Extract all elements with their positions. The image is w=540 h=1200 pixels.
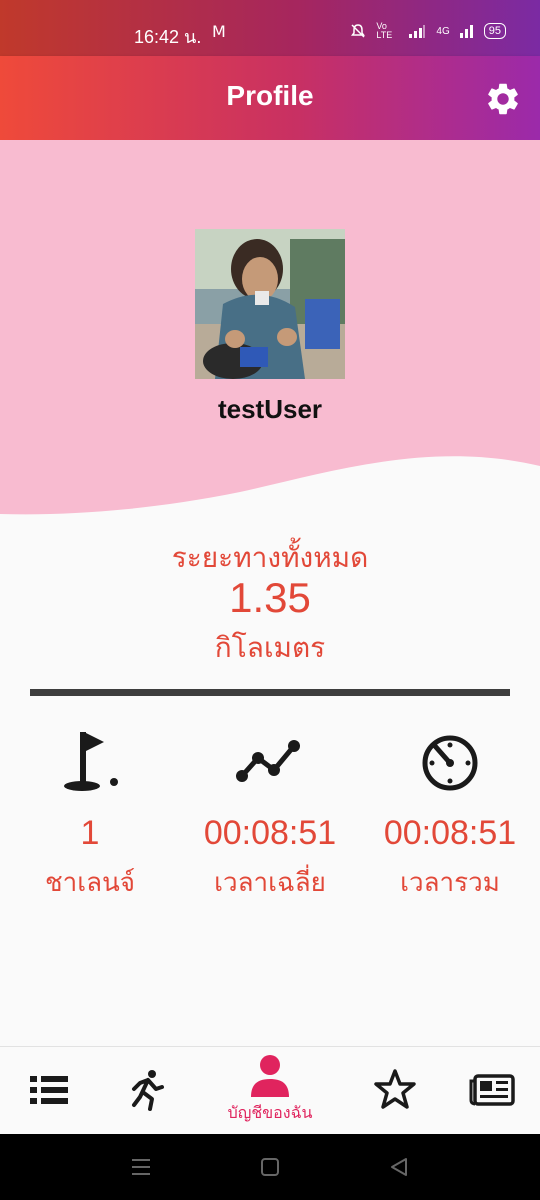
gmail-icon: M: [212, 22, 226, 41]
nav-news-icon[interactable]: [468, 1067, 518, 1113]
bottom-navigation: บัญชีของฉัน: [0, 1046, 540, 1135]
challenges-label: ชาเลนจ์: [44, 868, 136, 898]
nav-list-icon[interactable]: [24, 1067, 74, 1113]
total-time-value: 00:08:51: [383, 814, 517, 852]
signal-icon-2: [459, 25, 473, 38]
recent-apps-icon[interactable]: [130, 1156, 152, 1178]
profile-avatar[interactable]: [195, 229, 345, 379]
challenges-value: 1: [80, 814, 100, 852]
timer-icon: [422, 735, 478, 791]
average-time-label: เวลาเฉลี่ย: [214, 868, 326, 898]
golf-flag-icon: [64, 732, 118, 791]
home-icon[interactable]: [260, 1157, 280, 1177]
total-time-label: เวลารวม: [400, 868, 500, 898]
avatar-photo: [195, 229, 345, 379]
nav-account-icon[interactable]: [245, 1053, 295, 1099]
battery-indicator: 95: [483, 23, 506, 39]
settings-gear-icon[interactable]: [484, 80, 522, 118]
nav-star-icon[interactable]: [370, 1067, 420, 1113]
system-navigation-bar: [0, 1134, 540, 1200]
signal-icon: [409, 25, 426, 38]
total-distance-value: 1.35: [229, 574, 311, 621]
back-icon[interactable]: [388, 1156, 410, 1178]
status-icons: Vo LTE 4G 95: [350, 22, 506, 40]
app-bar: Profile: [0, 56, 540, 140]
bell-off-icon: [351, 24, 366, 38]
status-bar: 16:42 น. M Vo LTE 4G 95: [0, 0, 540, 56]
nav-account-label[interactable]: บัญชีของฉัน: [200, 1101, 340, 1126]
total-distance-unit: กิโลเมตร: [214, 631, 326, 664]
page-title: Profile: [226, 80, 314, 111]
trend-line-icon: [236, 740, 300, 782]
status-time: 16:42 น.: [134, 27, 202, 47]
average-time-value: 00:08:51: [203, 814, 337, 852]
volte-indicator: Vo LTE: [376, 21, 393, 40]
username: testUser: [217, 394, 323, 424]
network-4g: 4G: [436, 25, 450, 37]
divider: [30, 689, 510, 696]
nav-runner-icon[interactable]: [122, 1067, 172, 1113]
